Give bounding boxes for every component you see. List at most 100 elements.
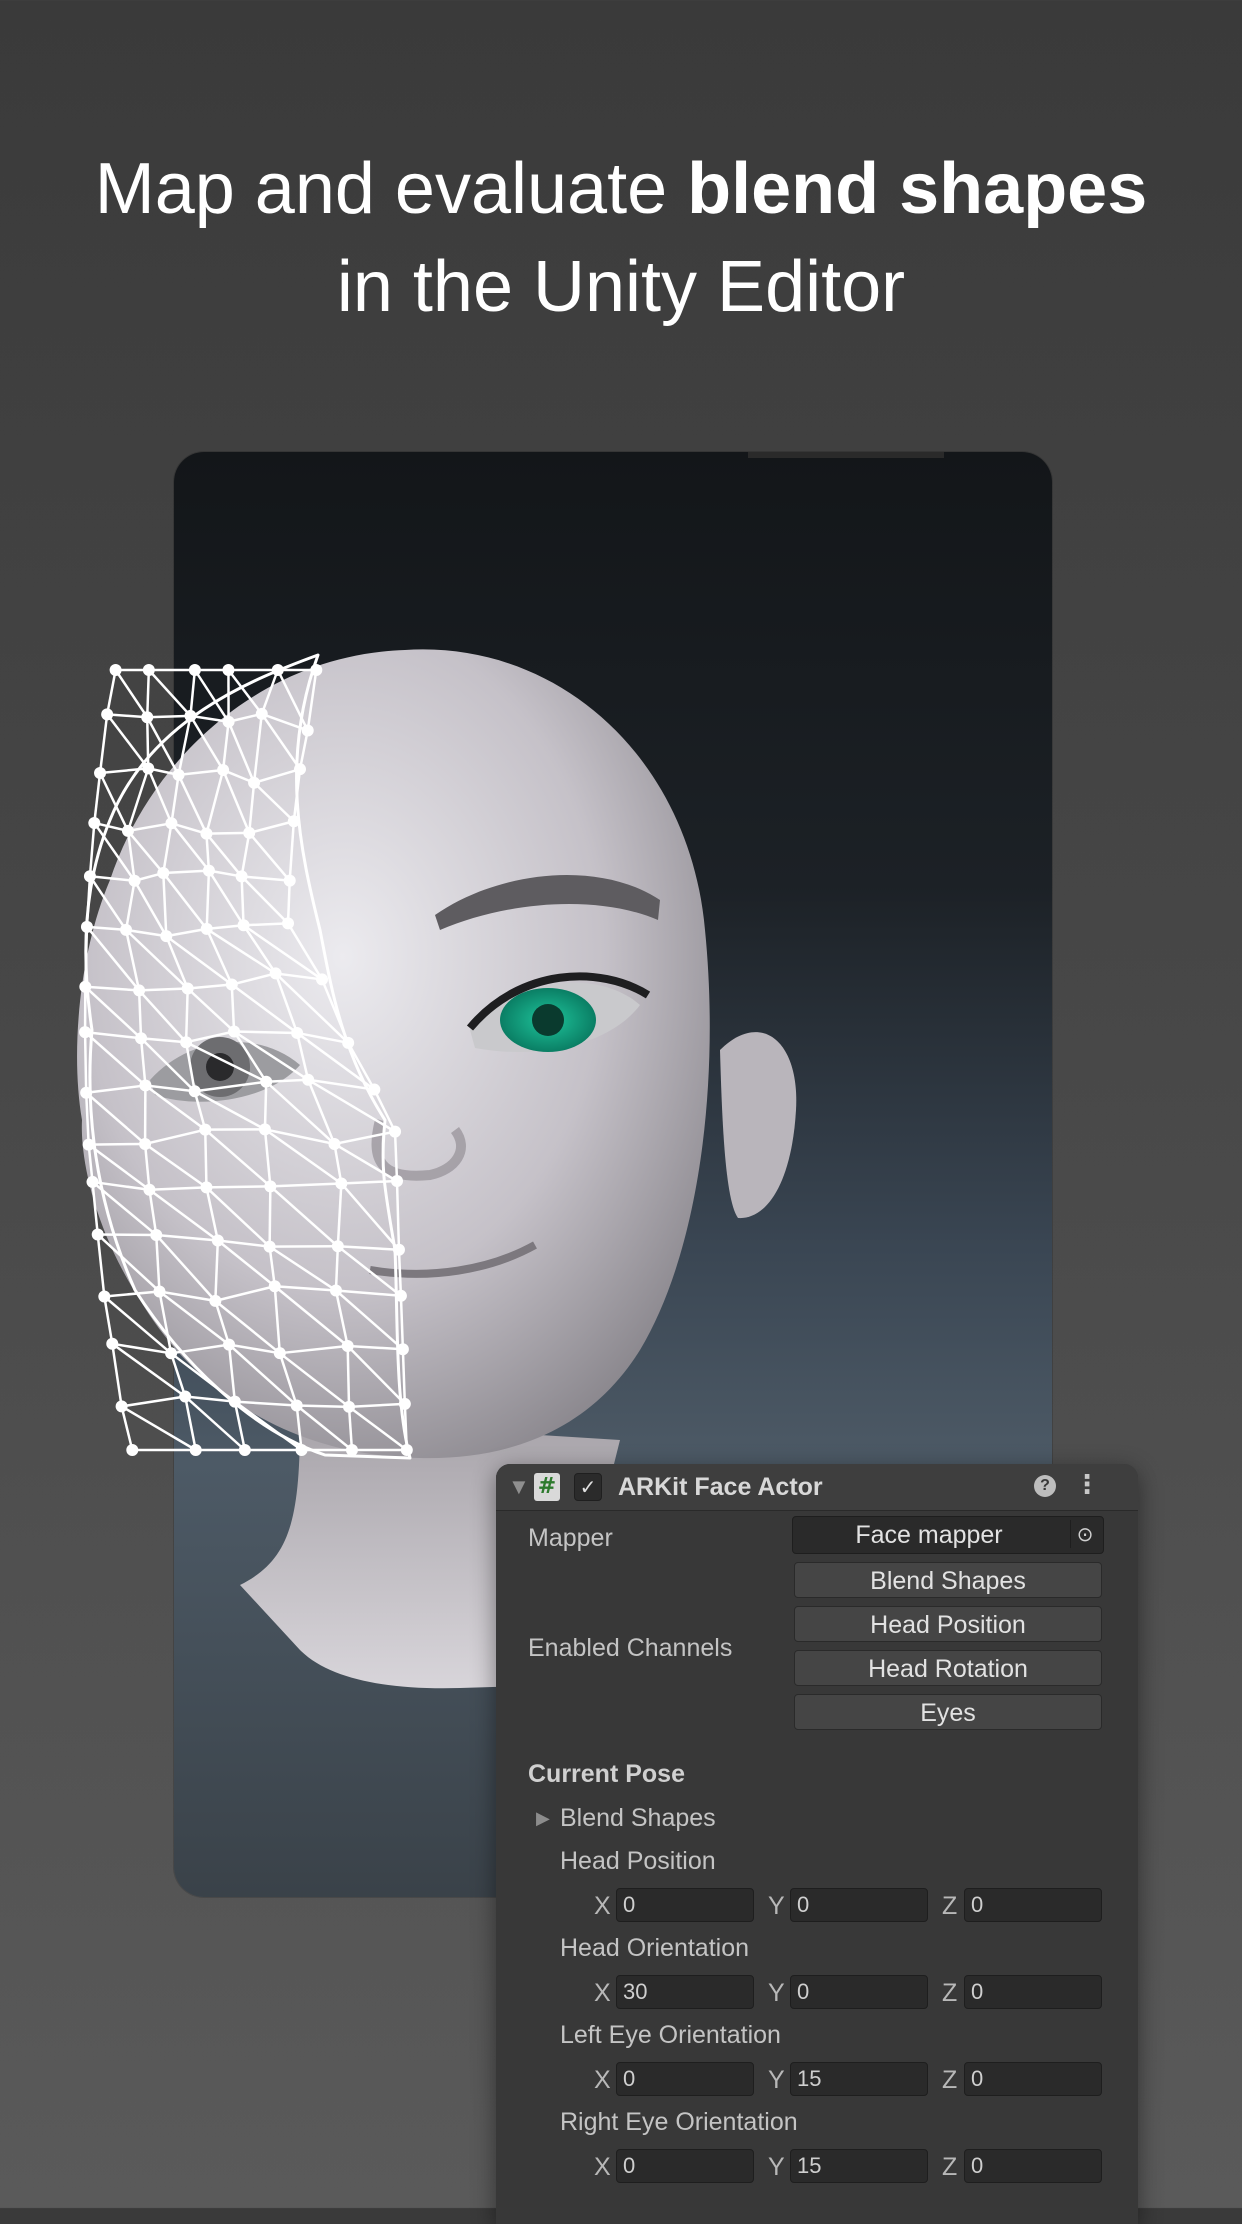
mesh-vertex xyxy=(150,1229,162,1241)
enabled-checkbox[interactable]: ✓ xyxy=(574,1473,602,1501)
headline-bold: blend shapes xyxy=(687,149,1147,229)
mesh-edge xyxy=(89,1144,145,1145)
mesh-edge xyxy=(93,1182,98,1235)
axis-x-label: X xyxy=(594,1892,611,1921)
head-position-x-field[interactable]: 0 xyxy=(616,1888,754,1922)
mesh-edge xyxy=(149,1190,156,1235)
mesh-vertex xyxy=(106,1338,118,1350)
mesh-edge xyxy=(112,1344,171,1354)
viewport-tab-strip xyxy=(748,452,944,458)
mesh-edge xyxy=(163,873,166,936)
mesh-vertex xyxy=(88,817,100,829)
channel-head-position-button[interactable]: Head Position xyxy=(794,1606,1102,1642)
mesh-edge xyxy=(112,1344,121,1407)
mesh-vertex xyxy=(142,762,154,774)
axis-y-label: Y xyxy=(768,1892,785,1921)
mapper-value: Face mapper xyxy=(793,1517,1065,1553)
mesh-vertex xyxy=(80,1087,92,1099)
mesh-edge xyxy=(104,1297,112,1344)
right-eye-x-field[interactable]: 0 xyxy=(616,2149,754,2183)
mesh-edge xyxy=(128,768,148,831)
mesh-vertex xyxy=(153,1285,165,1297)
axis-z-label: Z xyxy=(942,2153,957,2182)
mesh-edge xyxy=(128,831,163,873)
mesh-edge xyxy=(86,1093,88,1145)
headline-regular: Map and evaluate xyxy=(95,149,687,229)
blend-shapes-foldout[interactable]: Blend Shapes xyxy=(560,1804,716,1833)
head-position-z-field[interactable]: 0 xyxy=(964,1888,1102,1922)
mesh-edge xyxy=(87,876,90,927)
component-title: ARKit Face Actor xyxy=(618,1473,823,1502)
axis-x-label: X xyxy=(594,2153,611,2182)
mesh-edge xyxy=(107,670,115,714)
head-position-label: Head Position xyxy=(560,1847,716,1876)
right-eye-y-field[interactable]: 15 xyxy=(790,2149,928,2183)
left-eye-x-field[interactable]: 0 xyxy=(616,2062,754,2096)
mesh-edge xyxy=(85,1032,145,1085)
head-orientation-y-field[interactable]: 0 xyxy=(790,1975,928,2009)
headline-line2: in the Unity Editor xyxy=(0,238,1242,336)
mesh-edge xyxy=(159,1291,171,1353)
left-eye-y-field[interactable]: 15 xyxy=(790,2062,928,2096)
mesh-vertex xyxy=(101,708,113,720)
channel-blend-shapes-button[interactable]: Blend Shapes xyxy=(794,1562,1102,1598)
mesh-edge xyxy=(98,1235,105,1297)
channel-eyes-button[interactable]: Eyes xyxy=(794,1694,1102,1730)
mesh-vertex xyxy=(92,1229,104,1241)
component-header[interactable]: ▼ # ✓ ARKit Face Actor ? ⋮ xyxy=(496,1464,1138,1511)
head-orientation-label: Head Orientation xyxy=(560,1934,749,1963)
axis-y-label: Y xyxy=(768,2153,785,2182)
mesh-edge xyxy=(94,823,134,881)
mesh-vertex xyxy=(160,930,172,942)
mesh-edge xyxy=(128,831,135,881)
script-icon: # xyxy=(534,1473,560,1501)
axis-y-label: Y xyxy=(768,1979,785,2008)
object-picker-icon[interactable]: ⊙ xyxy=(1070,1520,1099,1548)
mesh-edge xyxy=(163,823,171,873)
left-eye-z-field[interactable]: 0 xyxy=(964,2062,1102,2096)
mesh-edge xyxy=(85,1032,141,1038)
head-position-y-field[interactable]: 0 xyxy=(790,1888,928,1922)
help-icon[interactable]: ? xyxy=(1034,1475,1056,1497)
mesh-edge xyxy=(100,768,148,773)
mesh-edge xyxy=(87,927,126,930)
mesh-edge xyxy=(87,927,139,991)
mesh-vertex xyxy=(139,1138,151,1150)
mesh-vertex xyxy=(79,981,91,993)
mesh-edge xyxy=(135,873,164,881)
mesh-vertex xyxy=(143,1184,155,1196)
mesh-vertex xyxy=(126,1444,138,1456)
mesh-edge xyxy=(90,876,135,881)
mesh-edge xyxy=(89,1145,150,1190)
mesh-edge xyxy=(90,823,94,876)
mesh-vertex xyxy=(143,664,155,676)
mesh-vertex xyxy=(83,1139,95,1151)
mesh-edge xyxy=(90,876,126,930)
mesh-vertex xyxy=(79,1026,91,1038)
mesh-edge xyxy=(89,1145,93,1182)
channel-head-rotation-button[interactable]: Head Rotation xyxy=(794,1650,1102,1686)
mesh-vertex xyxy=(157,867,169,879)
head-orientation-x-field[interactable]: 30 xyxy=(616,1975,754,2009)
head-orientation-z-field[interactable]: 0 xyxy=(964,1975,1102,2009)
mesh-edge xyxy=(145,1144,149,1190)
mesh-edge xyxy=(128,823,171,831)
mesh-edge xyxy=(126,930,139,991)
mesh-vertex xyxy=(120,924,132,936)
right-eye-z-field[interactable]: 0 xyxy=(964,2149,1102,2183)
foldout-collapsed-icon[interactable]: ▶ xyxy=(536,1808,550,1829)
mesh-edge xyxy=(86,1085,145,1092)
headline: Map and evaluate blend shapes in the Uni… xyxy=(0,140,1242,336)
foldout-arrow-icon[interactable]: ▼ xyxy=(508,1474,530,1500)
mesh-edge xyxy=(148,768,171,823)
mesh-edge xyxy=(85,987,139,991)
mapper-object-field[interactable]: Face mapper ⊙ xyxy=(792,1516,1104,1554)
mesh-vertex xyxy=(116,1400,128,1412)
mesh-edge xyxy=(98,1235,160,1292)
enabled-channels-label: Enabled Channels xyxy=(528,1634,732,1663)
context-menu-icon[interactable]: ⋮ xyxy=(1074,1470,1100,1500)
current-pose-label: Current Pose xyxy=(528,1760,685,1789)
mesh-edge xyxy=(85,987,141,1038)
mesh-edge xyxy=(122,1406,133,1450)
mesh-edge xyxy=(139,990,141,1038)
